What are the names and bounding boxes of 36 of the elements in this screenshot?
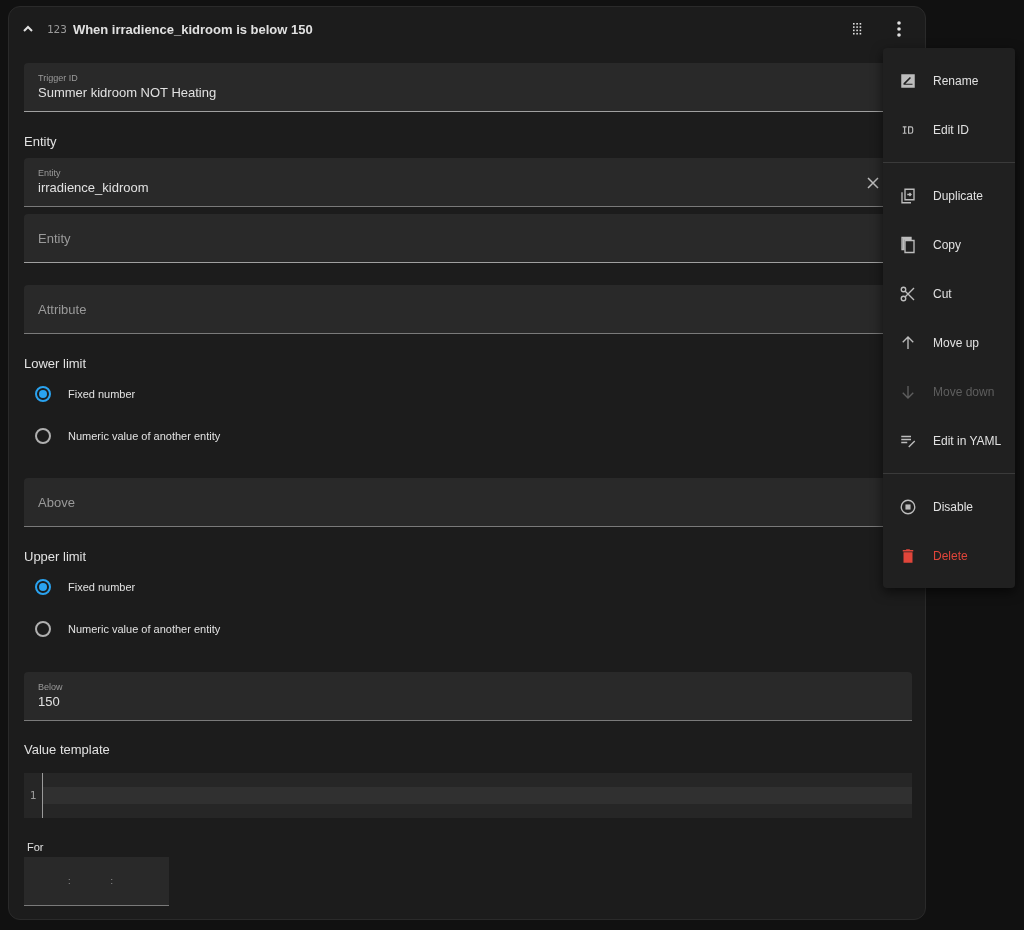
stop-circle-icon <box>899 497 917 516</box>
duration-field[interactable]: : : <box>24 857 169 906</box>
field-label: For <box>27 840 44 855</box>
card-title: When irradience_kidroom is below 150 <box>72 21 314 37</box>
field-value: 150 <box>38 693 60 711</box>
scissors-icon <box>899 284 917 303</box>
line-number: 1 <box>29 789 37 802</box>
field-label: Below <box>38 681 63 693</box>
radio-button[interactable] <box>35 579 51 595</box>
field-placeholder: Above <box>38 494 76 510</box>
section-heading: Upper limit <box>24 548 87 566</box>
radio-label: Fixed number <box>68 581 136 593</box>
duplicate-icon <box>899 186 917 205</box>
radio-button[interactable] <box>35 428 51 444</box>
field-placeholder: Entity <box>38 230 72 246</box>
rename-icon <box>899 71 917 90</box>
clear-icon[interactable] <box>866 176 880 190</box>
code-editor[interactable]: 1 <box>24 773 912 818</box>
section-heading: Lower limit <box>24 355 87 373</box>
radio-label: Fixed number <box>68 388 136 400</box>
text-field[interactable]: Below 150 <box>24 672 912 721</box>
field-value: Summer kidroom NOT Heating <box>38 84 217 102</box>
field-placeholder: Attribute <box>38 301 88 317</box>
radio-label: Numeric value of another entity <box>68 430 221 442</box>
section-heading: Value template <box>24 741 110 759</box>
field-label: Entity <box>38 167 61 179</box>
radio-button[interactable] <box>35 386 51 402</box>
field-label: Trigger ID <box>38 72 78 84</box>
radio-button[interactable] <box>35 621 51 637</box>
menu-item[interactable]: Delete <box>883 531 1015 580</box>
radio-label: Numeric value of another entity <box>68 623 221 635</box>
menu-item[interactable]: Edit in YAML <box>883 416 1015 465</box>
type-label: 123 <box>47 22 67 36</box>
section-heading: Entity <box>24 133 57 151</box>
copy-icon <box>899 235 917 254</box>
field-value: irradience_kidroom <box>38 179 149 197</box>
